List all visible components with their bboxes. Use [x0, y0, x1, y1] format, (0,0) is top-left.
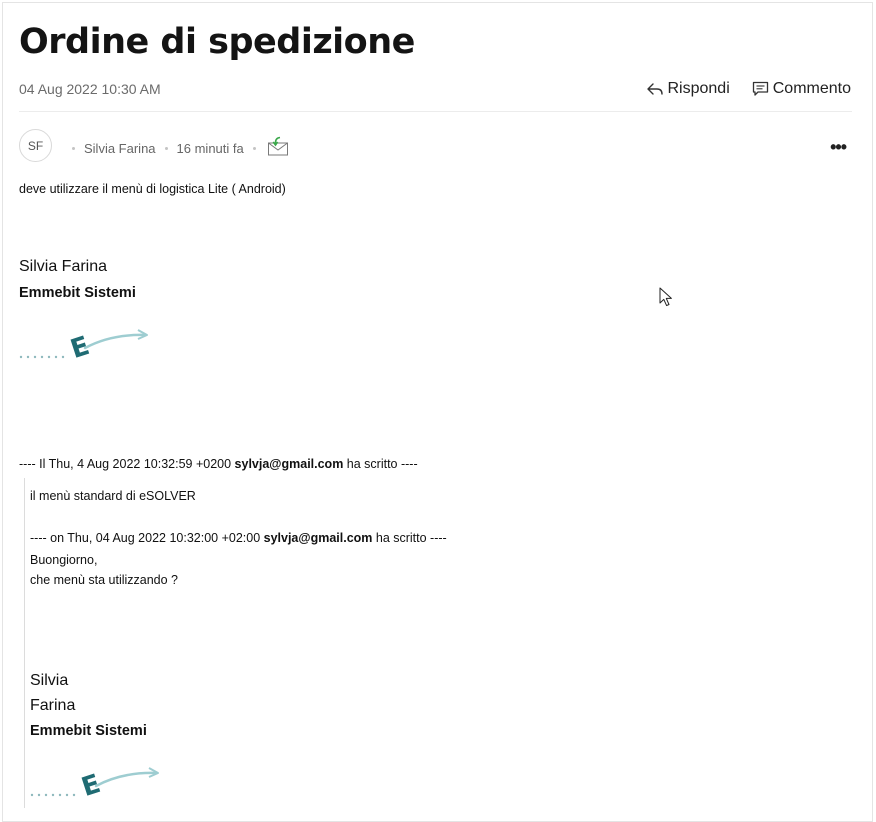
nested-quote-header-prefix: ---- on Thu, 04 Aug 2022 10:32:00 +02:00	[30, 531, 264, 545]
reply-button[interactable]: Rispondi	[647, 80, 730, 98]
message-meta: Silvia Farina 16 minuti fa	[63, 136, 289, 159]
comment-button[interactable]: Commento	[752, 80, 851, 98]
mouse-cursor-icon	[659, 287, 673, 312]
nested-quote-header: ---- on Thu, 04 Aug 2022 10:32:00 +02:00…	[30, 531, 447, 545]
header-divider	[19, 111, 852, 112]
reply-label: Rispondi	[667, 80, 730, 97]
quote-header-prefix: ---- Il Thu, 4 Aug 2022 10:32:59 +0200	[19, 457, 235, 471]
quote-bar	[24, 478, 25, 808]
quote-header-suffix: ha scritto ----	[343, 457, 418, 471]
ticket-actions: Rispondi Commento	[647, 80, 851, 98]
nested-quote-line-2: che menù sta utilizzando ?	[30, 573, 179, 587]
separator-dot	[72, 147, 75, 150]
quote-body: il menù standard di eSOLVER	[30, 489, 196, 503]
separator-dot	[252, 147, 256, 150]
quote-signature-last: Farina	[30, 697, 76, 714]
emmebit-logo: E	[19, 326, 151, 367]
quote-header-email[interactable]: sylvja@gmail.com	[235, 457, 344, 471]
quote-signature-company: Emmebit Sistemi	[30, 723, 147, 739]
ticket-panel	[2, 2, 873, 822]
signature-company: Emmebit Sistemi	[19, 285, 136, 301]
nested-quote-header-suffix: ha scritto ----	[372, 531, 447, 545]
author-name[interactable]: Silvia Farina	[84, 141, 156, 156]
nested-quote-line-1: Buongiorno,	[30, 553, 98, 567]
email-incoming-icon	[267, 136, 289, 159]
avatar[interactable]: SF	[19, 129, 52, 162]
more-options-button[interactable]: •••	[830, 137, 847, 158]
message-body: deve utilizzare il menù di logistica Lit…	[19, 182, 286, 196]
nested-quote-header-email[interactable]: sylvja@gmail.com	[264, 531, 373, 545]
quote-signature-first: Silvia	[30, 672, 69, 689]
reply-icon	[647, 82, 664, 96]
comment-label: Commento	[772, 80, 851, 97]
separator-dot	[164, 147, 168, 150]
emmebit-logo: E	[30, 764, 162, 805]
ticket-date: 04 Aug 2022 10:30 AM	[19, 81, 161, 97]
message-time: 16 minuti fa	[176, 141, 244, 156]
comment-icon	[752, 81, 769, 97]
signature-name: Silvia Farina	[19, 258, 108, 275]
ticket-title: Ordine di spedizione	[19, 22, 415, 62]
quote-header: ---- Il Thu, 4 Aug 2022 10:32:59 +0200 s…	[19, 457, 418, 471]
